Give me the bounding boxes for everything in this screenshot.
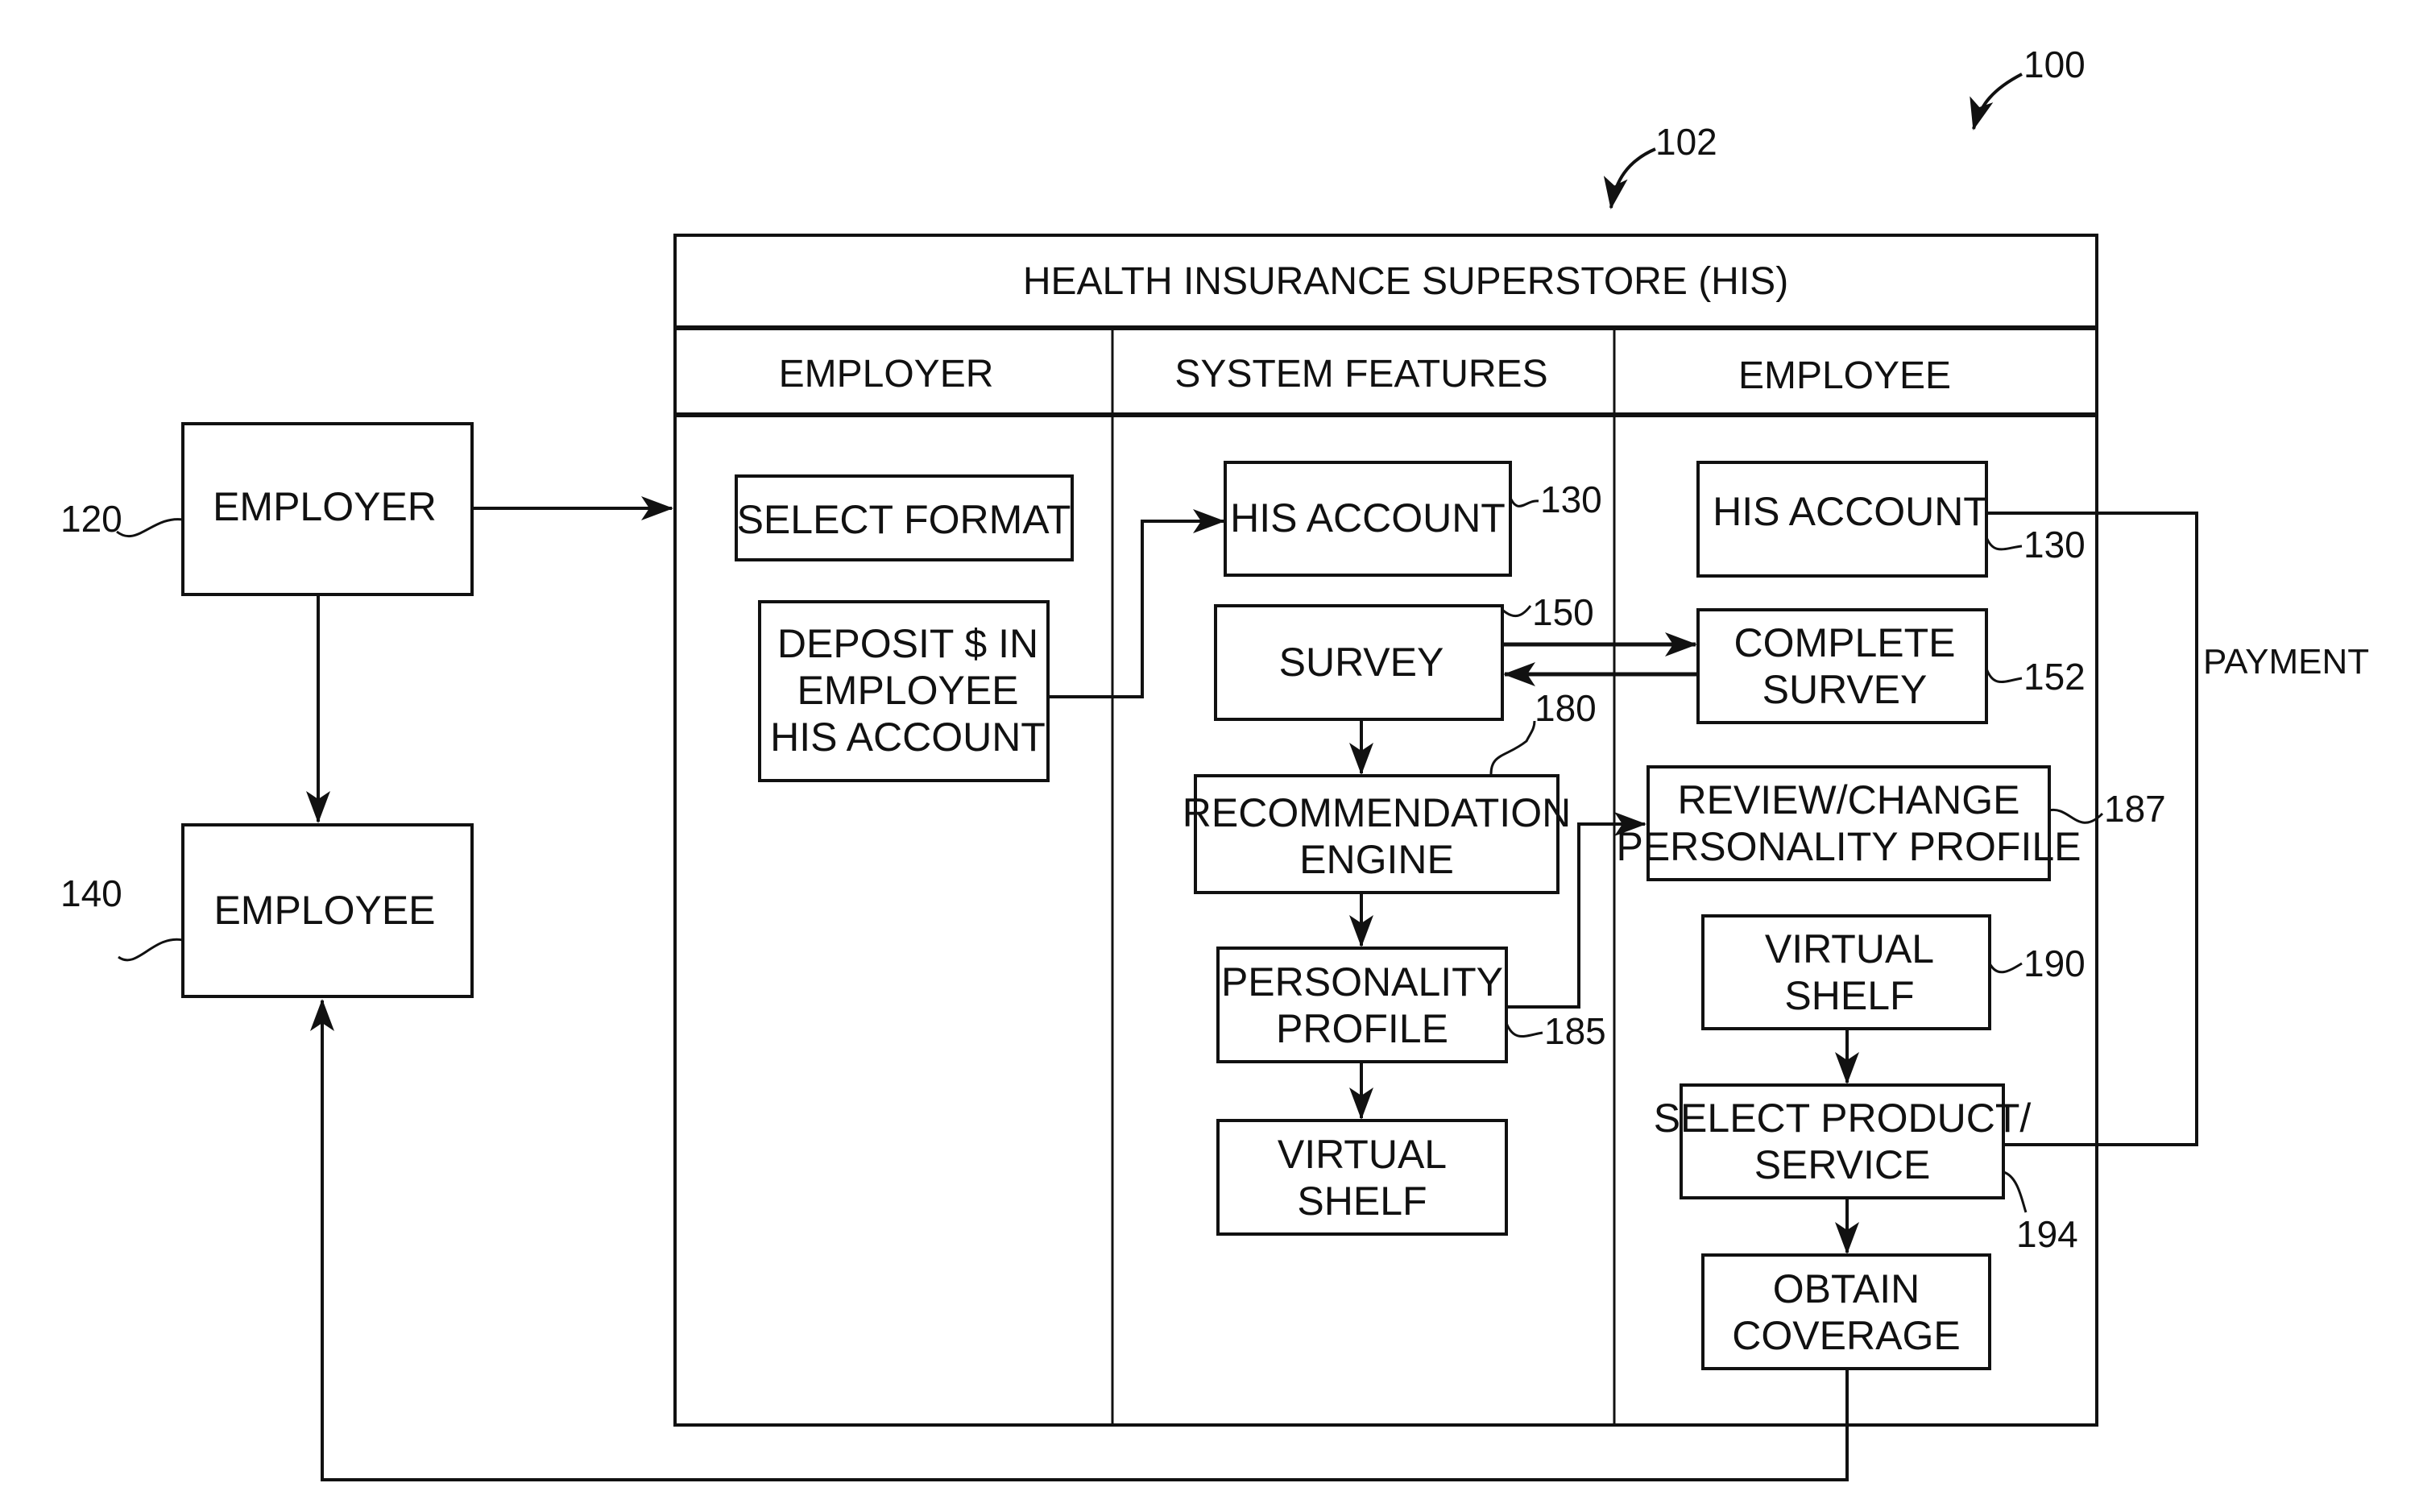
payment-label: PAYMENT — [2203, 642, 2369, 681]
external-employee-label: EMPLOYEE — [213, 888, 435, 933]
emp-his-account-box[interactable]: HIS ACCOUNT — [1696, 461, 1988, 578]
superstore-title: HEALTH INSURANCE SUPERSTORE (HIS) — [1023, 260, 1788, 303]
select-format-label: SELECT FORMAT — [737, 497, 1071, 542]
obtain-coverage-box[interactable]: OBTAIN COVERAGE — [1701, 1253, 1991, 1370]
ref-194: 194 — [2016, 1213, 2078, 1255]
personality-line-2: PROFILE — [1276, 1006, 1448, 1051]
deposit-box[interactable]: DEPOSIT $ IN EMPLOYEE HIS ACCOUNT — [758, 600, 1050, 782]
sys-survey-label: SURVEY — [1279, 640, 1444, 685]
column-header-employee: EMPLOYEE — [1738, 354, 1951, 397]
select-product-line-2: SERVICE — [1754, 1142, 1931, 1187]
coverage-line-1: OBTAIN — [1773, 1266, 1920, 1311]
ref-120-callout: 120 — [60, 498, 184, 540]
select-product-box[interactable]: SELECT PRODUCT/ SERVICE — [1654, 1083, 2032, 1199]
personality-profile-box[interactable]: PERSONALITY PROFILE — [1216, 947, 1508, 1063]
ref-130-sys: 130 — [1540, 478, 1602, 520]
sys-survey-box[interactable]: SURVEY — [1214, 604, 1504, 721]
select-format-box[interactable]: SELECT FORMAT — [735, 474, 1074, 561]
deposit-line-1: DEPOSIT $ IN — [777, 621, 1038, 666]
review-line-1: REVIEW/CHANGE — [1677, 777, 2019, 822]
sys-shelf-line-2: SHELF — [1297, 1179, 1427, 1224]
review-line-2: PERSONALITY PROFILE — [1616, 824, 2081, 869]
ref-190: 190 — [2023, 942, 2086, 984]
deposit-line-2: EMPLOYEE — [797, 668, 1018, 713]
ref-187: 187 — [2104, 788, 2166, 830]
sys-virtual-shelf-box[interactable]: VIRTUAL SHELF — [1216, 1119, 1508, 1236]
external-employer-label: EMPLOYER — [213, 484, 437, 529]
complete-survey-line-2: SURVEY — [1762, 667, 1928, 712]
external-employer-box[interactable]: EMPLOYER — [181, 422, 474, 596]
recommendation-line-1: RECOMMENDATION — [1183, 790, 1571, 835]
ref-102: 102 — [1655, 121, 1717, 163]
ref-120: 120 — [60, 498, 122, 540]
ref-140: 140 — [60, 872, 122, 914]
his-flow-diagram: 100 102 HEALTH INSURANCE SUPERSTORE (HIS… — [60, 43, 2369, 1481]
complete-survey-box[interactable]: COMPLETE SURVEY — [1696, 608, 1988, 724]
personality-line-1: PERSONALITY — [1221, 959, 1503, 1005]
select-product-line-1: SELECT PRODUCT/ — [1654, 1096, 2032, 1141]
emp-shelf-line-1: VIRTUAL — [1765, 926, 1934, 971]
external-employee-box[interactable]: EMPLOYEE — [181, 823, 474, 998]
emp-his-account-label: HIS ACCOUNT — [1713, 489, 1988, 534]
deposit-line-3: HIS ACCOUNT — [770, 715, 1046, 760]
recommendation-line-2: ENGINE — [1299, 837, 1454, 882]
emp-virtual-shelf-box[interactable]: VIRTUAL SHELF — [1701, 914, 1991, 1030]
coverage-line-2: COVERAGE — [1732, 1313, 1960, 1358]
sys-his-account-label: HIS ACCOUNT — [1230, 495, 1506, 541]
ref-102-callout: 102 — [1603, 121, 1717, 209]
ref-100: 100 — [2023, 43, 2086, 85]
ref-140-callout: 140 — [60, 872, 184, 962]
sys-shelf-line-1: VIRTUAL — [1278, 1132, 1447, 1177]
ref-150: 150 — [1532, 591, 1594, 633]
complete-survey-line-1: COMPLETE — [1733, 620, 1955, 665]
column-header-system-features: SYSTEM FEATURES — [1174, 353, 1547, 396]
ref-180: 180 — [1535, 687, 1597, 729]
emp-shelf-line-2: SHELF — [1784, 973, 1914, 1018]
review-profile-box[interactable]: REVIEW/CHANGE PERSONALITY PROFILE — [1616, 765, 2081, 881]
column-header-employer: EMPLOYER — [779, 353, 994, 396]
ref-152: 152 — [2023, 656, 2086, 698]
ref-130-emp: 130 — [2023, 524, 2086, 565]
ref-185: 185 — [1544, 1010, 1606, 1052]
ref-100-callout: 100 — [1970, 43, 2086, 130]
sys-his-account-box[interactable]: HIS ACCOUNT — [1224, 461, 1512, 577]
recommendation-engine-box[interactable]: RECOMMENDATION ENGINE — [1183, 774, 1571, 894]
